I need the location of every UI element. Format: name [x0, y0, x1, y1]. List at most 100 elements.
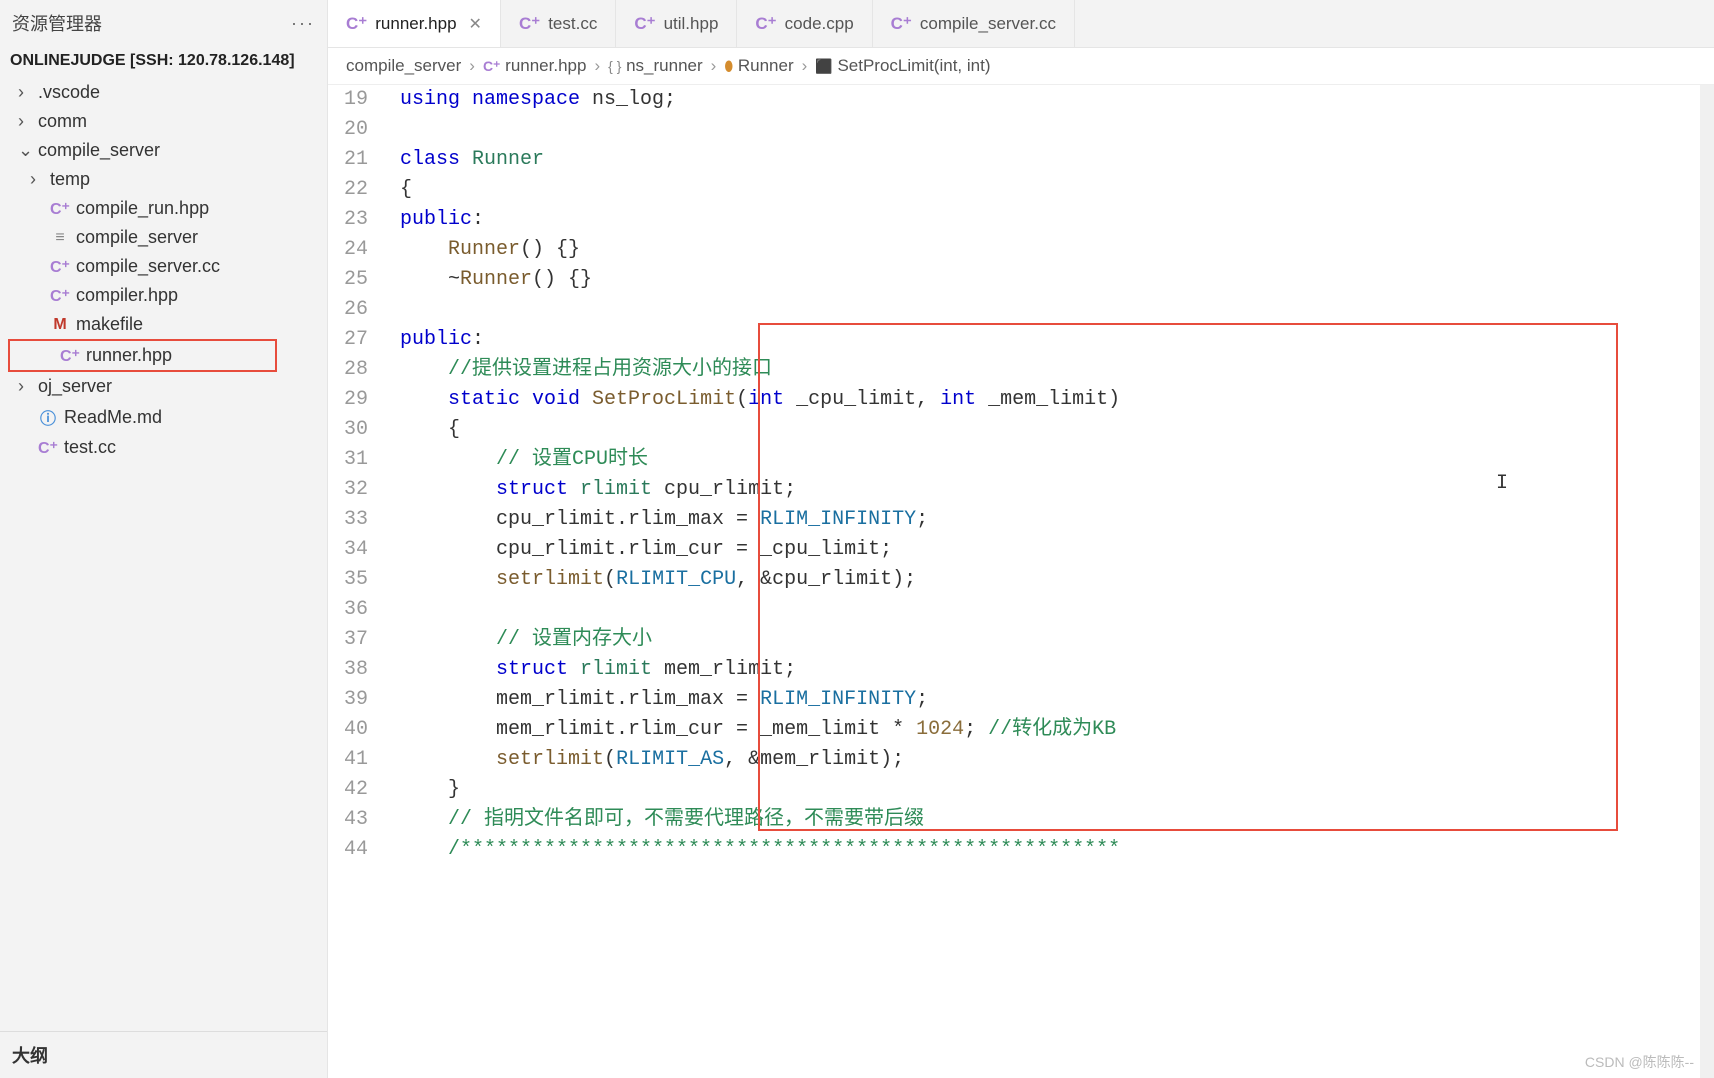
- outline-header[interactable]: 大纲: [0, 1031, 327, 1078]
- code-line[interactable]: [400, 295, 1714, 325]
- code-line[interactable]: }: [400, 775, 1714, 805]
- method-icon: ⬛: [815, 58, 832, 74]
- tab-runner-hpp[interactable]: C⁺ runner.hpp ✕: [328, 0, 501, 47]
- tree-item-label: comm: [38, 111, 87, 132]
- file-icon: C⁺: [483, 58, 501, 74]
- file-item[interactable]: Mmakefile: [0, 310, 327, 339]
- code-line[interactable]: setrlimit(RLIMIT_AS, &mem_rlimit);: [400, 745, 1714, 775]
- code-line[interactable]: public:: [400, 325, 1714, 355]
- breadcrumb-item[interactable]: C⁺ runner.hpp: [483, 56, 587, 76]
- close-icon[interactable]: ✕: [469, 14, 482, 34]
- more-icon[interactable]: ···: [291, 13, 315, 34]
- tab-label: test.cc: [548, 14, 597, 34]
- tab-bar: C⁺runner.hpp✕C⁺test.ccC⁺util.hppC⁺code.c…: [328, 0, 1714, 48]
- breadcrumb-item[interactable]: compile_server: [346, 56, 461, 76]
- code-line[interactable]: static void SetProcLimit(int _cpu_limit,…: [400, 385, 1714, 415]
- file-tree: ›.vscode›comm⌄compile_server›tempC⁺compi…: [0, 78, 327, 1031]
- file-item[interactable]: C⁺runner.hpp: [8, 339, 277, 372]
- file-icon: C⁺: [519, 14, 540, 34]
- code-line[interactable]: setrlimit(RLIMIT_CPU, &cpu_rlimit);: [400, 565, 1714, 595]
- file-item[interactable]: ⓘReadMe.md: [0, 401, 327, 433]
- code-line[interactable]: Runner() {}: [400, 235, 1714, 265]
- code-line[interactable]: class Runner: [400, 145, 1714, 175]
- tree-item-label: runner.hpp: [86, 345, 172, 366]
- explorer-header: 资源管理器 ···: [0, 0, 327, 46]
- code-line[interactable]: [400, 595, 1714, 625]
- folder-item[interactable]: › comm: [0, 107, 327, 136]
- file-item[interactable]: ≡compile_server: [0, 223, 327, 252]
- breadcrumb-item[interactable]: { } ns_runner: [608, 56, 703, 76]
- file-item[interactable]: C⁺compiler.hpp: [0, 281, 327, 310]
- chevron-right-icon: ›: [802, 56, 808, 76]
- code-line[interactable]: using namespace ns_log;: [400, 85, 1714, 115]
- class-icon: ⬮: [724, 58, 733, 74]
- file-item[interactable]: C⁺compile_run.hpp: [0, 194, 327, 223]
- file-item[interactable]: C⁺compile_server.cc: [0, 252, 327, 281]
- code-line[interactable]: struct rlimit cpu_rlimit;: [400, 475, 1714, 505]
- breadcrumb[interactable]: compile_server › C⁺ runner.hpp › { } ns_runn…: [328, 48, 1714, 85]
- folder-item[interactable]: › oj_server: [0, 372, 327, 401]
- watermark: CSDN @陈陈陈--: [1585, 1052, 1694, 1072]
- tree-item-label: compile_server.cc: [76, 256, 220, 277]
- code-line[interactable]: struct rlimit mem_rlimit;: [400, 655, 1714, 685]
- code-line[interactable]: //提供设置进程占用资源大小的接口: [400, 355, 1714, 385]
- tree-item-label: compile_server: [38, 140, 160, 161]
- tree-item-label: makefile: [76, 314, 143, 335]
- code-line[interactable]: mem_rlimit.rlim_max = RLIM_INFINITY;: [400, 685, 1714, 715]
- folder-item[interactable]: ›temp: [0, 165, 327, 194]
- file-icon: C⁺: [634, 14, 655, 34]
- text-cursor-icon: I: [1496, 469, 1508, 499]
- chevron-right-icon: ›: [711, 56, 717, 76]
- chevron-icon: ›: [18, 82, 32, 103]
- breadcrumb-item[interactable]: ⬮ Runner: [724, 56, 793, 76]
- workspace-name[interactable]: ONLINEJUDGE [SSH: 120.78.126.148]: [0, 46, 327, 78]
- tab-compile_server-cc[interactable]: C⁺ compile_server.cc: [873, 0, 1075, 47]
- tree-item-label: ReadMe.md: [64, 407, 162, 428]
- explorer-title: 资源管理器: [12, 10, 102, 36]
- chevron-icon: ⌄: [18, 140, 32, 161]
- chevron-icon: ›: [30, 169, 44, 190]
- folder-item[interactable]: › .vscode: [0, 78, 327, 107]
- tree-item-label: oj_server: [38, 376, 112, 397]
- breadcrumb-item[interactable]: ⬛ SetProcLimit(int, int): [815, 56, 990, 76]
- editor-area: C⁺runner.hpp✕C⁺test.ccC⁺util.hppC⁺code.c…: [328, 0, 1714, 1078]
- code-line[interactable]: mem_rlimit.rlim_cur = _mem_limit * 1024;…: [400, 715, 1714, 745]
- code-line[interactable]: cpu_rlimit.rlim_cur = _cpu_limit;: [400, 535, 1714, 565]
- code-line[interactable]: {: [400, 175, 1714, 205]
- file-icon: C⁺: [755, 14, 776, 34]
- tab-util-hpp[interactable]: C⁺util.hpp: [616, 0, 737, 47]
- chevron-icon: ›: [18, 376, 32, 397]
- chevron-right-icon: ›: [594, 56, 600, 76]
- tree-item-label: compiler.hpp: [76, 285, 178, 306]
- tab-code-cpp[interactable]: C⁺ code.cpp: [737, 0, 872, 47]
- tab-label: runner.hpp: [375, 14, 456, 34]
- tree-item-label: .vscode: [38, 82, 100, 103]
- tab-label: compile_server.cc: [920, 14, 1056, 34]
- code-content[interactable]: using namespace ns_log;class Runner{publ…: [388, 85, 1714, 1078]
- code-line[interactable]: /***************************************…: [400, 835, 1714, 865]
- tab-test-cc[interactable]: C⁺ test.cc: [501, 0, 616, 47]
- tree-item-label: compile_server: [76, 227, 198, 248]
- tree-item-label: compile_run.hpp: [76, 198, 209, 219]
- code-line[interactable]: [400, 115, 1714, 145]
- folder-item[interactable]: ⌄ compile_server: [0, 136, 327, 165]
- explorer-sidebar: 资源管理器 ··· ONLINEJUDGE [SSH: 120.78.126.1…: [0, 0, 328, 1078]
- code-area[interactable]: 1920212223242526272829303132333435363738…: [328, 85, 1714, 1078]
- code-line[interactable]: // 设置内存大小: [400, 625, 1714, 655]
- chevron-icon: ›: [18, 111, 32, 132]
- chevron-right-icon: ›: [469, 56, 475, 76]
- line-gutter: 1920212223242526272829303132333435363738…: [328, 85, 388, 1078]
- code-line[interactable]: {: [400, 415, 1714, 445]
- code-line[interactable]: ~Runner() {}: [400, 265, 1714, 295]
- namespace-icon: { }: [608, 58, 621, 74]
- code-line[interactable]: // 指明文件名即可，不需要代理路径，不需要带后缀: [400, 805, 1714, 835]
- file-item[interactable]: C⁺test.cc: [0, 433, 327, 462]
- tab-label: code.cpp: [785, 14, 854, 34]
- file-icon: C⁺: [346, 14, 367, 34]
- scrollbar[interactable]: [1700, 85, 1714, 1078]
- code-line[interactable]: cpu_rlimit.rlim_max = RLIM_INFINITY;: [400, 505, 1714, 535]
- code-line[interactable]: public:: [400, 205, 1714, 235]
- tree-item-label: test.cc: [64, 437, 116, 458]
- file-icon: C⁺: [891, 14, 912, 34]
- code-line[interactable]: // 设置CPU时长: [400, 445, 1714, 475]
